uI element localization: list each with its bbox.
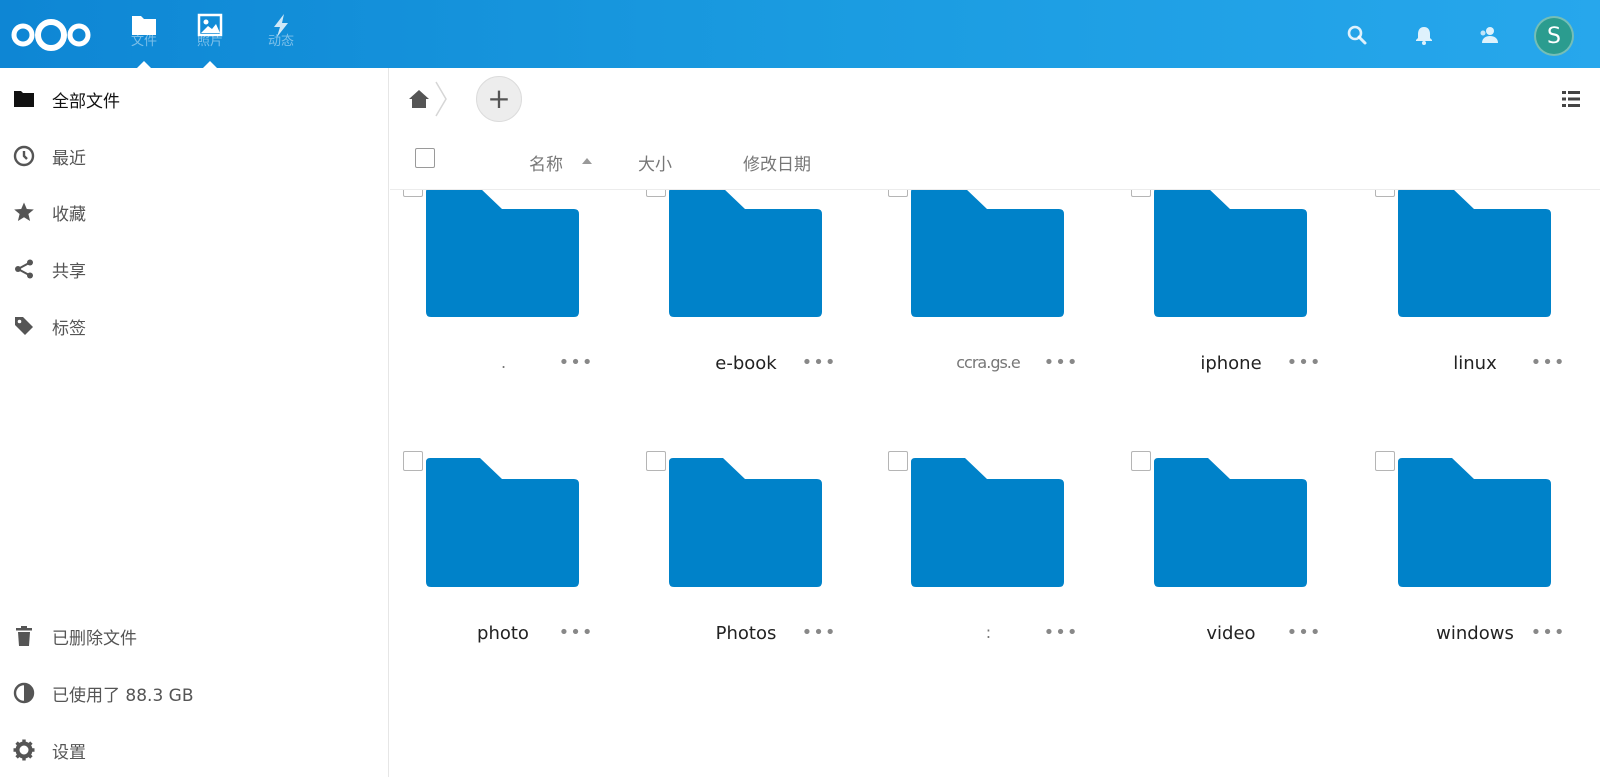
nav-all-files-label: 全部文件	[52, 91, 120, 112]
file-checkbox[interactable]	[403, 451, 423, 471]
file-grid: . ••• e-book ••• ccra.gs.e ••• iphone ••• linux •…	[390, 190, 1600, 777]
column-name[interactable]: 名称	[529, 150, 563, 175]
new-file-button[interactable]: +	[476, 76, 522, 122]
share-icon	[13, 258, 35, 280]
nav-favorites[interactable]: 收藏	[0, 190, 388, 234]
file-checkbox[interactable]	[1375, 451, 1395, 471]
active-indicator	[137, 61, 151, 68]
folder-icon	[426, 458, 579, 587]
app-photos[interactable]: 照片	[184, 12, 236, 68]
file-checkbox[interactable]	[646, 451, 666, 471]
nav-recent[interactable]: 最近	[0, 134, 388, 178]
app-activity[interactable]: 动态	[255, 12, 307, 68]
top-header: 文件 照片 动态 S	[0, 0, 1600, 68]
file-tile[interactable]: . •••	[403, 190, 633, 400]
star-icon	[13, 201, 35, 223]
user-avatar[interactable]: S	[1534, 16, 1574, 56]
nav-quota[interactable]: 已使用了 88.3 GB	[0, 671, 388, 715]
folder-icon	[669, 190, 822, 317]
hover-indicator	[203, 61, 217, 68]
more-actions-icon[interactable]: •••	[1287, 620, 1321, 644]
navigation-sidebar: 全部文件 最近 收藏 共享 标签 已删除文件 已使用了 88.3 GB 设置	[0, 68, 389, 777]
nav-recent-label: 最近	[52, 148, 86, 169]
file-tile[interactable]: linux •••	[1375, 190, 1600, 400]
file-checkbox[interactable]	[403, 190, 423, 197]
more-actions-icon[interactable]: •••	[1044, 350, 1078, 374]
more-actions-icon[interactable]: •••	[1531, 350, 1565, 374]
file-tile[interactable]: iphone •••	[1131, 190, 1361, 400]
more-actions-icon[interactable]: •••	[1044, 620, 1078, 644]
gear-icon	[13, 739, 35, 761]
folder-icon	[669, 458, 822, 587]
column-size[interactable]: 大小	[638, 150, 672, 175]
select-all-checkbox[interactable]	[415, 148, 435, 168]
nav-all-files[interactable]: 全部文件	[0, 77, 388, 121]
more-actions-icon[interactable]: •••	[1531, 620, 1565, 644]
list-view-icon[interactable]	[1560, 88, 1582, 110]
nav-quota-label: 已使用了 88.3 GB	[52, 685, 194, 706]
file-tile[interactable]: ccra.gs.e •••	[888, 190, 1118, 400]
folder-icon	[1398, 190, 1551, 317]
nav-favorites-label: 收藏	[52, 204, 86, 225]
file-checkbox[interactable]	[888, 451, 908, 471]
nav-shares[interactable]: 共享	[0, 247, 388, 291]
file-checkbox[interactable]	[888, 190, 908, 197]
nextcloud-logo-icon[interactable]	[10, 18, 92, 52]
more-actions-icon[interactable]: •••	[559, 350, 593, 374]
file-checkbox[interactable]	[1375, 190, 1395, 197]
file-list-header	[390, 128, 1600, 190]
nav-deleted-files-label: 已删除文件	[52, 628, 137, 649]
file-tile[interactable]: e-book •••	[646, 190, 876, 400]
file-tile[interactable]: Photos •••	[646, 440, 876, 670]
home-icon[interactable]	[408, 88, 430, 110]
nav-shares-label: 共享	[52, 261, 86, 282]
tag-icon	[13, 315, 35, 337]
folder-icon	[426, 190, 579, 317]
nav-deleted-files[interactable]: 已删除文件	[0, 614, 388, 658]
nav-tags-label: 标签	[52, 318, 86, 339]
file-tile[interactable]: windows •••	[1375, 440, 1600, 670]
nav-settings[interactable]: 设置	[0, 728, 388, 772]
trash-icon	[13, 625, 35, 647]
file-tile[interactable]: video •••	[1131, 440, 1361, 670]
folder-icon	[911, 458, 1064, 587]
folder-icon	[1398, 458, 1551, 587]
more-actions-icon[interactable]: •••	[802, 620, 836, 644]
file-tile[interactable]: : •••	[888, 440, 1118, 670]
more-actions-icon[interactable]: •••	[802, 350, 836, 374]
file-checkbox[interactable]	[1131, 451, 1151, 471]
folder-icon	[1154, 190, 1307, 317]
folder-icon	[13, 88, 35, 110]
app-photos-label: 照片	[196, 34, 223, 49]
file-checkbox[interactable]	[646, 190, 666, 197]
folder-icon	[911, 190, 1064, 317]
contacts-icon[interactable]	[1478, 24, 1500, 46]
file-checkbox[interactable]	[1131, 190, 1151, 197]
app-files-label: 文件	[130, 34, 157, 49]
sort-ascending-icon	[582, 158, 592, 164]
app-activity-label: 动态	[267, 34, 294, 49]
search-icon[interactable]	[1346, 24, 1368, 46]
nav-settings-label: 设置	[52, 742, 86, 763]
file-tile[interactable]: photo •••	[403, 440, 633, 670]
breadcrumb-separator	[435, 81, 447, 117]
pie-chart-icon	[13, 682, 35, 704]
breadcrumb-controls: +	[390, 68, 1600, 130]
nav-tags[interactable]: 标签	[0, 304, 388, 348]
more-actions-icon[interactable]: •••	[559, 620, 593, 644]
app-files[interactable]: 文件	[118, 12, 170, 68]
column-modified[interactable]: 修改日期	[743, 150, 811, 175]
folder-icon	[1154, 458, 1307, 587]
clock-icon	[13, 145, 35, 167]
bell-icon[interactable]	[1413, 24, 1435, 46]
more-actions-icon[interactable]: •••	[1287, 350, 1321, 374]
